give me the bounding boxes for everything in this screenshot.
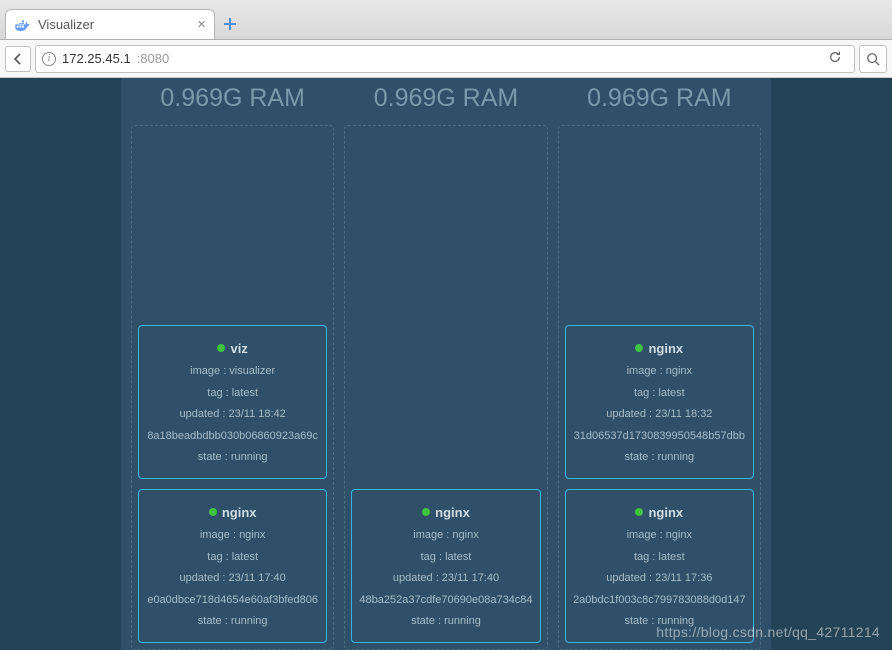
cluster-canvas: 0.969G RAM viz image : visualizer tag : lat… [121, 78, 771, 650]
container-tag: tag : latest [355, 551, 536, 563]
app-viewport: 0.969G RAM viz image : visualizer tag : lat… [0, 78, 892, 650]
status-dot-icon [217, 344, 225, 352]
url-host: 172.25.45.1 [62, 51, 131, 66]
container-slot: nginx image : nginx tag : latest updated : … [344, 125, 547, 650]
container-name: nginx [142, 505, 323, 520]
node-ram-label: 0.969G RAM [131, 78, 334, 125]
container-updated: updated : 23/11 17:36 [569, 572, 750, 584]
info-icon[interactable]: i [42, 52, 56, 66]
container-updated: updated : 23/11 17:40 [142, 572, 323, 584]
container-state: state : running [569, 451, 750, 463]
reload-icon[interactable] [822, 50, 848, 67]
container-tag: tag : latest [142, 387, 323, 399]
container-tag: tag : latest [569, 387, 750, 399]
close-icon[interactable]: × [197, 16, 206, 33]
node-column: 0.969G RAM viz image : visualizer tag : lat… [131, 78, 334, 650]
container-tag: tag : latest [569, 551, 750, 563]
container-updated: updated : 23/11 17:40 [355, 572, 536, 584]
container-id: e0a0dbce718d4654e60af3bfed806 [142, 594, 323, 606]
new-tab-button[interactable] [215, 9, 245, 39]
container-tag: tag : latest [142, 551, 323, 563]
container-id: 2a0bdc1f003c8c799783088d0d147 [569, 594, 750, 606]
node-ram-label: 0.969G RAM [344, 78, 547, 125]
tab-title: Visualizer [38, 17, 189, 32]
search-button[interactable] [859, 45, 887, 73]
container-slot: nginx image : nginx tag : latest updated : … [558, 125, 761, 650]
container-name: viz [142, 341, 323, 356]
container-name: nginx [355, 505, 536, 520]
container-updated: updated : 23/11 18:42 [142, 408, 323, 420]
status-dot-icon [635, 344, 643, 352]
container-image: image : nginx [142, 529, 323, 541]
url-input[interactable]: i 172.25.45.1 :8080 [35, 45, 855, 73]
status-dot-icon [635, 508, 643, 516]
container-image: image : nginx [355, 529, 536, 541]
node-column: 0.969G RAM nginx image : nginx tag : latest… [558, 78, 761, 650]
container-image: image : nginx [569, 529, 750, 541]
node-column: 0.969G RAM nginx image : nginx tag : latest… [344, 78, 547, 650]
status-dot-icon [422, 508, 430, 516]
container-card[interactable]: nginx image : nginx tag : latest updated : … [351, 489, 540, 643]
container-name: nginx [569, 341, 750, 356]
container-image: image : nginx [569, 365, 750, 377]
container-id: 8a18beadbdbb030b06860923a69c [142, 430, 323, 442]
container-card[interactable]: nginx image : nginx tag : latest updated : … [565, 325, 754, 479]
node-ram-label: 0.969G RAM [558, 78, 761, 125]
watermark: https://blog.csdn.net/qq_42711214 [656, 624, 880, 640]
url-port: :8080 [137, 51, 170, 66]
browser-tab-bar: Visualizer × [0, 0, 892, 40]
container-id: 31d06537d1730839950548b57dbb [569, 430, 750, 442]
container-image: image : visualizer [142, 365, 323, 377]
container-name: nginx [569, 505, 750, 520]
container-state: state : running [355, 615, 536, 627]
browser-tab[interactable]: Visualizer × [5, 9, 215, 39]
container-card[interactable]: viz image : visualizer tag : latest updated… [138, 325, 327, 479]
container-card[interactable]: nginx image : nginx tag : latest updated : … [138, 489, 327, 643]
address-bar: i 172.25.45.1 :8080 [0, 40, 892, 78]
status-dot-icon [209, 508, 217, 516]
back-button[interactable] [5, 46, 31, 72]
container-state: state : running [142, 451, 323, 463]
container-state: state : running [142, 615, 323, 627]
container-slot: viz image : visualizer tag : latest updated… [131, 125, 334, 650]
container-updated: updated : 23/11 18:32 [569, 408, 750, 420]
container-id: 48ba252a37cdfe70690e08a734c84 [355, 594, 536, 606]
container-card[interactable]: nginx image : nginx tag : latest updated : … [565, 489, 754, 643]
whale-icon [14, 17, 30, 33]
